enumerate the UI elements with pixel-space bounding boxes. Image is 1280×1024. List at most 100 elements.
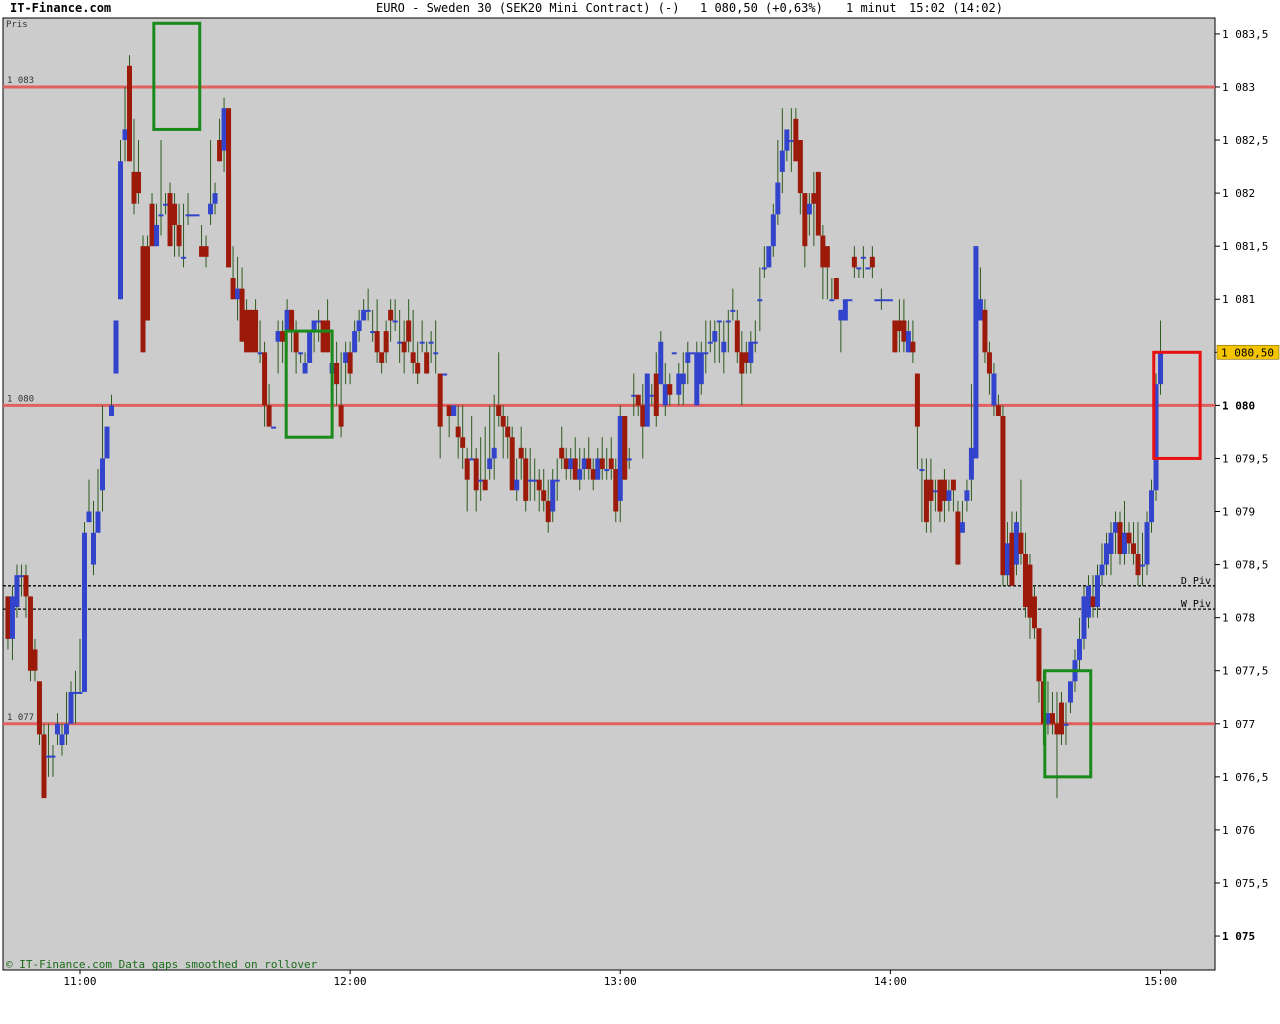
candle-body <box>419 341 425 344</box>
candle-body <box>199 246 205 257</box>
candle-body <box>325 320 331 353</box>
level-label: 1 077 <box>7 713 34 723</box>
candle-body <box>14 575 20 608</box>
candle-body <box>1140 564 1146 567</box>
candle-body <box>109 405 115 416</box>
candle-body <box>532 479 538 482</box>
candle-body <box>748 341 754 363</box>
candle-body <box>694 352 700 406</box>
y-tick-label: 1 075 <box>1222 930 1255 943</box>
candle-body <box>932 490 938 493</box>
candle-body <box>1009 532 1015 586</box>
candle-body <box>347 352 353 374</box>
candle-body <box>401 341 407 353</box>
candle-body <box>901 320 907 342</box>
candle-body <box>248 309 254 353</box>
candle-body <box>185 214 191 217</box>
y-tick-label: 1 077,5 <box>1222 665 1268 678</box>
candle-body <box>118 161 124 300</box>
candle-body <box>478 479 484 482</box>
candle-body <box>608 458 614 470</box>
candle-body <box>1094 575 1100 608</box>
candle-body <box>1076 638 1082 661</box>
candle-body <box>27 596 33 671</box>
candle-body <box>293 331 299 353</box>
y-tick-label: 1 079,5 <box>1222 452 1268 465</box>
candle-body <box>226 108 232 268</box>
candle-body <box>613 469 619 512</box>
candle-body <box>221 108 227 151</box>
candle-body <box>752 341 758 344</box>
candle-body <box>541 490 547 501</box>
candle-body <box>59 734 65 746</box>
candle-body <box>212 193 218 204</box>
candle-body <box>1013 522 1019 565</box>
y-axis: 1 083,5 1 083 1 082,5 1 082 1 081,5 1 081 1 08… <box>1215 28 1280 943</box>
candle-body <box>469 458 475 461</box>
candle-body <box>437 373 443 427</box>
candle-body <box>428 341 434 344</box>
candle-body <box>257 352 263 355</box>
candle-body <box>1027 564 1033 618</box>
candle-body <box>280 331 286 342</box>
candle-body <box>577 469 583 480</box>
candle-body <box>1144 522 1150 565</box>
candle-body <box>1149 490 1155 523</box>
candle-body <box>284 309 290 332</box>
candle-body <box>568 458 574 470</box>
candle-body <box>586 458 592 470</box>
candle-body <box>847 299 853 302</box>
candle-body <box>136 171 142 194</box>
candle-body <box>563 458 569 470</box>
candle-body <box>964 490 970 501</box>
candle-body <box>302 362 308 374</box>
candle-body <box>653 373 659 416</box>
candle-body <box>716 320 722 323</box>
candle-body <box>154 224 160 247</box>
candle-body <box>604 469 610 472</box>
y-tick-label: 1 078,5 <box>1222 559 1268 572</box>
level-label: 1 083 <box>7 76 34 86</box>
site-name: IT-Finance.com <box>10 1 111 15</box>
candle-body <box>527 479 533 482</box>
candle-body <box>878 299 884 302</box>
candle-body <box>54 723 60 735</box>
candle-body <box>172 203 178 225</box>
candle-body <box>127 65 133 162</box>
candle-body <box>658 341 664 385</box>
candle-body <box>662 384 668 406</box>
candle-body <box>500 415 506 427</box>
quote-time: 15:02 (14:02) <box>909 1 1003 15</box>
candle-body <box>811 193 817 204</box>
candle-body <box>1054 723 1060 735</box>
candle-body <box>784 129 790 151</box>
candle-body <box>1117 522 1123 554</box>
candle-body <box>977 299 983 321</box>
x-tick-label: 12:00 <box>334 975 367 988</box>
candle-body <box>914 373 920 427</box>
candle-body <box>1063 723 1069 726</box>
candle-body <box>1022 553 1028 608</box>
candle-body <box>928 479 934 501</box>
candle-body <box>1122 532 1128 554</box>
candle-body <box>865 267 871 270</box>
candle-body <box>761 267 767 270</box>
candle-body <box>307 331 313 363</box>
candle-body <box>1000 415 1006 576</box>
candle-body <box>919 469 925 472</box>
candle-body <box>316 320 322 323</box>
candle-body <box>842 299 848 321</box>
candle-body <box>72 691 78 694</box>
candle-body <box>743 352 749 363</box>
candle-body <box>892 320 898 353</box>
candle-body <box>1099 564 1105 576</box>
candle-body <box>1131 543 1137 554</box>
candle-body <box>631 394 637 397</box>
candle-body <box>163 203 169 206</box>
candle-body <box>946 490 952 501</box>
candle-body <box>190 214 196 217</box>
candle-body <box>833 278 839 300</box>
y-tick-label: 1 083 <box>1222 81 1255 94</box>
candle-body <box>99 458 105 491</box>
plot-area[interactable] <box>2 17 1216 971</box>
